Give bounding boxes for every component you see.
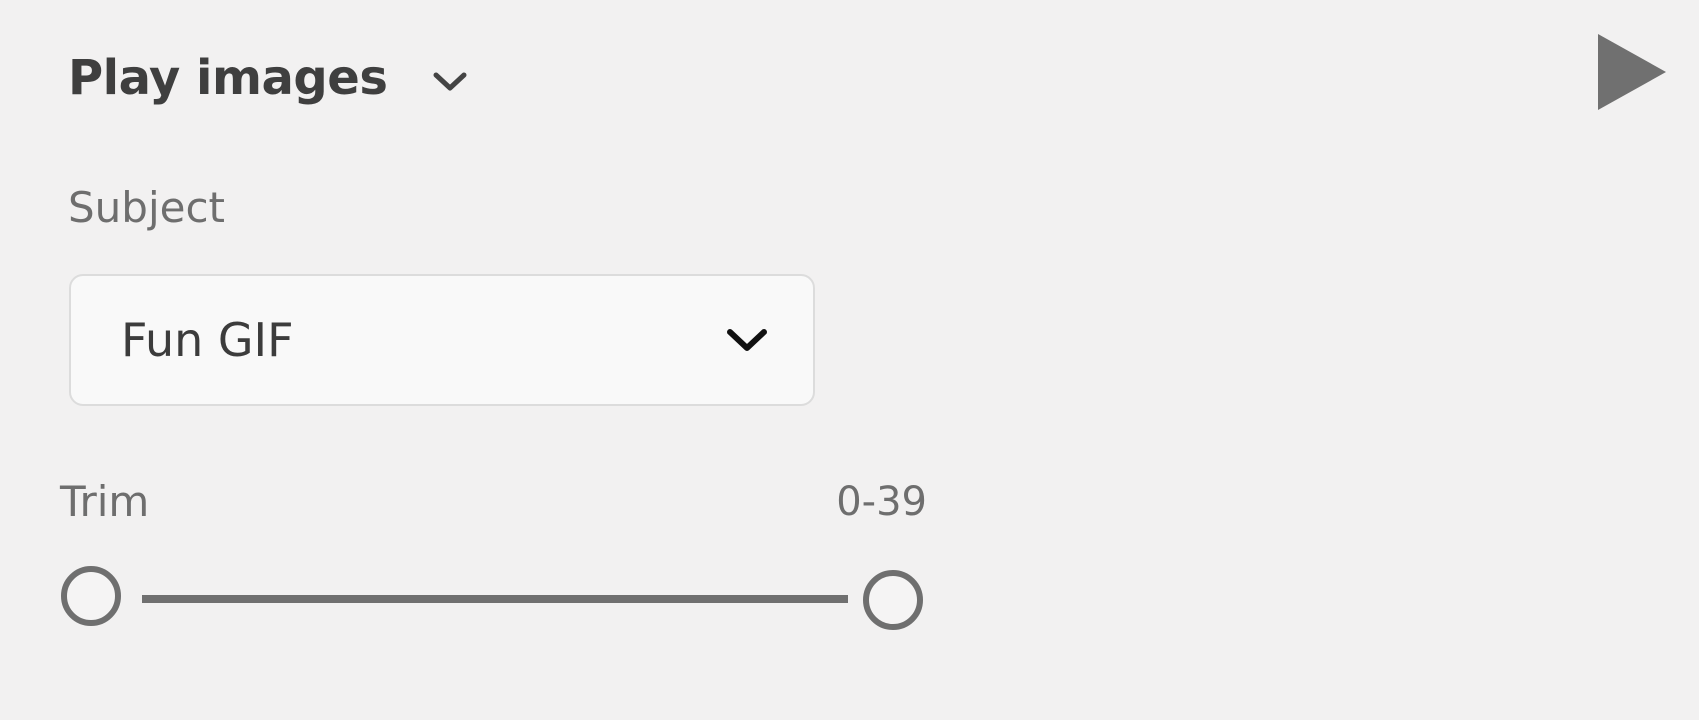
trim-slider-track[interactable] xyxy=(142,595,848,603)
play-icon[interactable] xyxy=(1598,34,1666,110)
trim-start-handle[interactable] xyxy=(61,566,121,626)
trim-range-value: 0-39 xyxy=(836,479,927,525)
panel-title: Play images xyxy=(68,50,388,106)
trim-end-handle[interactable] xyxy=(863,570,923,630)
chevron-down-icon xyxy=(727,329,767,351)
chevron-down-icon xyxy=(433,72,467,91)
play-images-panel: Play images Subject Fun GIF Trim 0-39 xyxy=(0,0,1699,720)
subject-selected-value: Fun GIF xyxy=(121,313,294,367)
subject-label: Subject xyxy=(68,183,226,232)
play-images-toggle[interactable]: Play images xyxy=(68,46,469,110)
trim-label: Trim xyxy=(60,477,150,526)
subject-dropdown[interactable]: Fun GIF xyxy=(69,274,815,406)
